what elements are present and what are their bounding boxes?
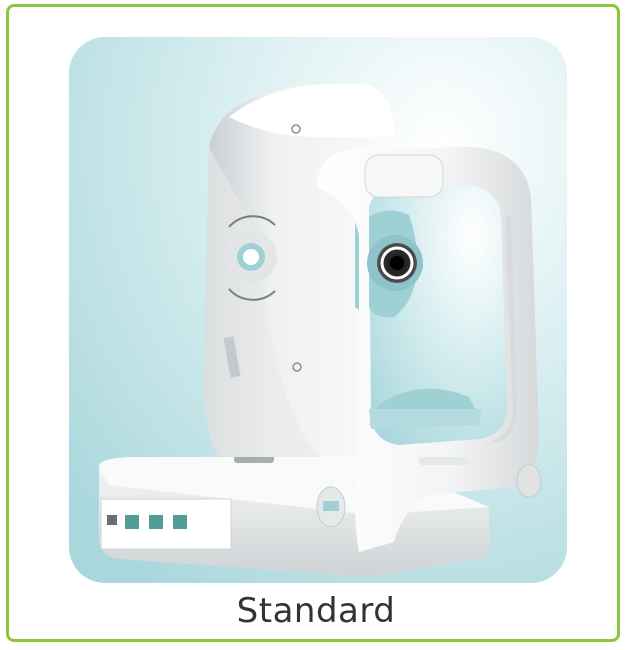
fundus-camera-device-icon bbox=[69, 37, 567, 583]
product-card[interactable]: Standard bbox=[6, 4, 620, 642]
product-caption: Standard bbox=[236, 591, 396, 631]
product-image[interactable] bbox=[69, 37, 567, 583]
